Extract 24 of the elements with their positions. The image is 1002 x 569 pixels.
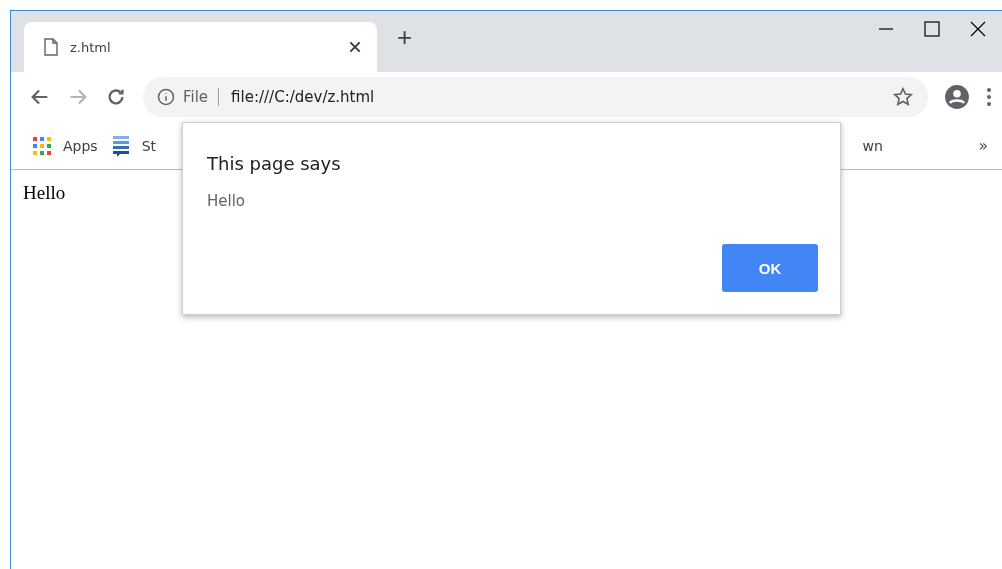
ok-button[interactable]: OK	[722, 244, 818, 292]
bookmark-item[interactable]: Apps	[33, 136, 98, 155]
bookmark-item[interactable]: St	[111, 134, 157, 157]
bookmark-item[interactable]: wn	[862, 137, 883, 154]
account-icon[interactable]	[944, 84, 970, 110]
grid-icon	[33, 136, 51, 155]
url-text: file:///C:/dev/z.html	[230, 88, 376, 106]
bookmarks-more-button[interactable]: »	[978, 136, 988, 155]
dialog-title: This page says	[207, 153, 342, 174]
address-bar[interactable]: File file:///C:/dev/z.html	[143, 77, 928, 117]
document-icon	[44, 38, 58, 56]
scheme-label: File	[183, 88, 220, 106]
new-tab-button[interactable]: +	[391, 23, 419, 50]
close-icon[interactable]	[970, 21, 986, 37]
browser-tab[interactable]: z.html	[24, 22, 377, 72]
maximize-icon[interactable]	[924, 21, 940, 37]
info-icon	[157, 88, 175, 106]
star-icon[interactable]	[892, 86, 914, 108]
tab-title: z.html	[70, 39, 112, 55]
dialog-message: Hello	[207, 192, 247, 210]
page-text: Hello	[23, 182, 66, 204]
menu-icon[interactable]	[986, 87, 992, 107]
stack-icon	[111, 134, 130, 157]
close-tab-icon[interactable]	[347, 39, 363, 55]
